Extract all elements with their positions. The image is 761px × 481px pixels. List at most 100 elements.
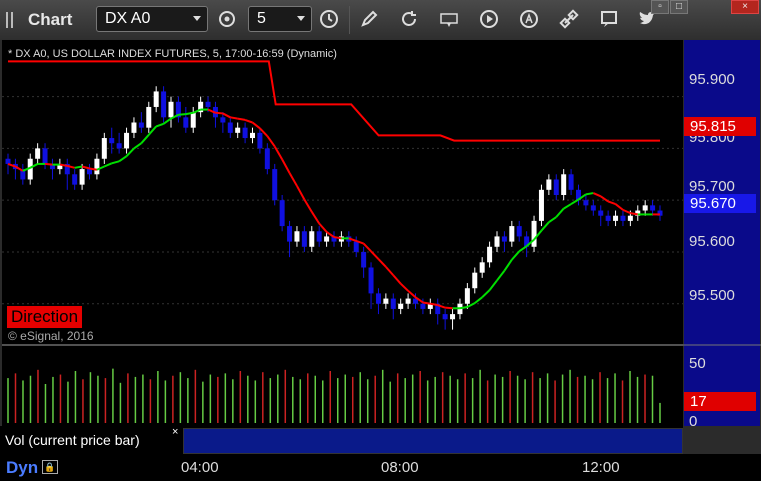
copyright: © eSignal, 2016 (8, 329, 94, 343)
chevron-down-icon (297, 16, 305, 21)
candle-body (220, 117, 226, 123)
time-axis-label: 12:00 (582, 459, 620, 476)
moving-average-segment (445, 306, 453, 310)
candle-body (538, 189, 544, 221)
last-price-tag: 95.670 (684, 194, 756, 213)
close-icon[interactable]: × (172, 426, 178, 438)
candle-body (124, 132, 130, 149)
candle-body (464, 288, 470, 304)
candle-body (205, 101, 211, 107)
candle-body (598, 210, 604, 216)
chart-canvas[interactable] (0, 40, 761, 426)
alert-icon[interactable] (518, 8, 540, 30)
settings-gear-icon[interactable] (216, 8, 238, 30)
candle-body (479, 262, 485, 273)
candle-body (405, 298, 411, 304)
candle-body (5, 158, 11, 164)
time-axis: Dyn 🔒 04:00 08:00 12:00 (0, 454, 761, 481)
draw-pencil-icon[interactable] (358, 8, 380, 30)
interval-select[interactable]: 5 (248, 6, 312, 32)
candle-body (87, 169, 92, 175)
candle-body (398, 303, 404, 309)
maximize-button[interactable]: □ (670, 0, 688, 14)
candle-body (309, 231, 315, 247)
moving-average-segment (237, 117, 246, 121)
time-axis-label: 08:00 (381, 459, 419, 476)
candle-body (168, 101, 174, 118)
candle-body (605, 215, 611, 221)
candle-body (264, 148, 270, 170)
candle-body (590, 205, 596, 211)
candle-body (146, 106, 152, 128)
candle-body (368, 267, 374, 294)
refresh-icon[interactable] (398, 8, 420, 30)
candle-body (301, 231, 307, 247)
dyn-label[interactable]: Dyn (6, 458, 38, 478)
moving-average-segment (74, 165, 83, 169)
moving-average-segment (89, 167, 98, 171)
candle-body (94, 158, 100, 175)
clock-icon[interactable] (318, 8, 340, 30)
candle-body (620, 215, 626, 221)
moving-average-segment (185, 111, 194, 116)
candle-body (494, 236, 500, 247)
volume-input-bar[interactable] (183, 428, 683, 454)
candle-body (101, 138, 107, 159)
volume-panel (2, 346, 683, 426)
study-label[interactable]: Direction (7, 306, 83, 328)
price-axis-label: 95.700 (689, 178, 735, 195)
candle-body (509, 226, 515, 242)
play-icon[interactable] (478, 8, 500, 30)
ref-line-price-tag: 95.815 (684, 117, 756, 136)
moving-average-segment (422, 301, 431, 305)
price-axis-label: 95.600 (689, 233, 735, 250)
moving-average-segment (44, 162, 53, 166)
get-icon[interactable] (438, 8, 460, 30)
candle-body (546, 179, 552, 190)
candle-body (72, 174, 78, 185)
app-title: Chart (28, 10, 73, 29)
candle-body (553, 179, 559, 195)
volume-axis-label: 50 (689, 355, 706, 372)
candle-body (487, 246, 493, 263)
candle-body (561, 174, 567, 195)
toolbar-divider (349, 6, 350, 34)
close-button[interactable]: × (731, 0, 759, 14)
drag-grip-icon[interactable] (6, 12, 16, 28)
lock-icon[interactable]: 🔒 (42, 460, 58, 474)
candle-body (294, 231, 300, 242)
chevron-down-icon (193, 16, 201, 21)
candle-body (35, 148, 41, 159)
candle-body (324, 236, 330, 242)
moving-average-segment (630, 212, 638, 216)
candle-body (316, 231, 322, 242)
symbol-value: DX A0 (105, 10, 151, 27)
time-axis-label: 04:00 (181, 459, 219, 476)
candle-body (235, 127, 241, 133)
link-icon[interactable] (558, 8, 580, 30)
candle-body (353, 241, 359, 252)
volume-panel-bar: Vol (current price bar) × (0, 426, 683, 454)
candle-body (257, 132, 263, 149)
candle-body (227, 122, 233, 133)
candle-body (420, 303, 426, 309)
symbol-select[interactable]: DX A0 (96, 6, 208, 32)
volume-axis-label: 0 (689, 413, 698, 430)
candle-body (650, 205, 656, 211)
moving-average-segment (178, 113, 186, 116)
candle-body (583, 200, 589, 206)
moving-average-segment (215, 111, 223, 115)
moving-average-segment (585, 192, 594, 196)
moving-average-segment (459, 306, 468, 310)
candle-body (131, 122, 137, 133)
candle-body (190, 112, 196, 128)
restore-button[interactable]: ▫ (651, 0, 669, 14)
moving-average-segment (430, 302, 438, 307)
toolbar: Chart DX A0 5 ▫ □ × (0, 0, 761, 40)
candle-body (568, 174, 574, 190)
price-axis-label: 95.900 (689, 71, 735, 88)
volume-panel-label: Vol (current price bar) (5, 432, 180, 454)
chat-icon[interactable] (598, 8, 620, 30)
volume-tag: 17 (684, 392, 756, 411)
chart-window: Chart DX A0 5 ▫ □ × * DX A0, US DOLLAR I… (0, 0, 761, 481)
